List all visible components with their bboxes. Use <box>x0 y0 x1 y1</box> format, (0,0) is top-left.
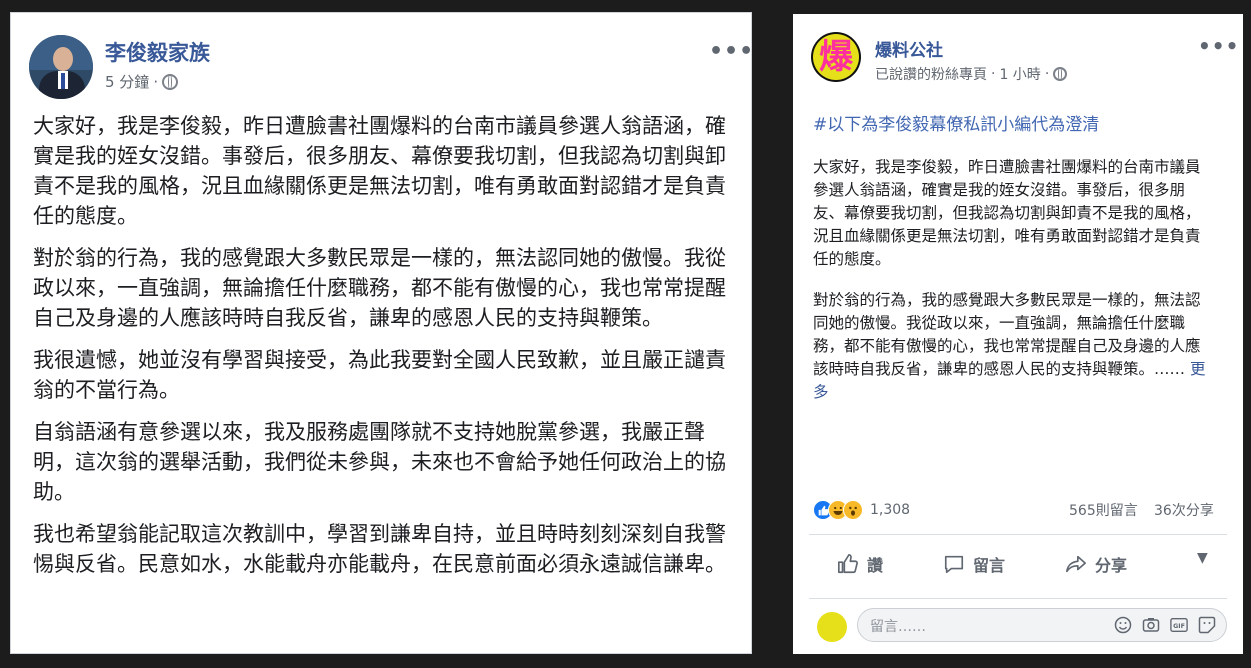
comment-input[interactable]: 留言…… GIF <box>857 608 1227 642</box>
post-meta: 已說讚的粉絲專頁 · 1 小時 · <box>875 64 1068 84</box>
like-button[interactable]: 讚 <box>837 544 883 584</box>
post-paragraph: 對於翁的行為，我的感覺跟大多數民眾是一樣的，無法認同她的傲慢。我從政以來，一直強… <box>33 246 726 330</box>
post-paragraph: 我也希望翁能記取這次教訓中，學習到謙卑自持，並且時時刻刻深刻自我警惕與反省。民意… <box>33 522 726 576</box>
comment-placeholder: 留言…… <box>870 619 926 635</box>
wow-reaction-icon <box>843 500 863 520</box>
liked-page-label: 已說讚的粉絲專頁 <box>875 67 987 83</box>
meta-separator: · <box>991 66 996 82</box>
meta-separator: · <box>1044 66 1050 82</box>
globe-icon <box>1053 67 1068 81</box>
hashtag-link[interactable]: #以下為李俊毅幕僚私訊小編代為澄清 <box>813 110 1099 135</box>
post-paragraph-text: 對於翁的行為，我的感覺跟大多數民眾是一樣的，無法認同她的傲慢。我從政以來，一直強… <box>813 291 1201 378</box>
shares-count-link[interactable]: 36次分享 <box>1154 500 1214 520</box>
left-post-card: 李俊毅家族 5 分鐘 · ••• 大家好，我是李俊毅，昨日遭臉書社團爆料的台南市… <box>10 12 754 654</box>
audience-dropdown-icon[interactable]: ▼ <box>1197 550 1208 566</box>
share-label: 分享 <box>1095 556 1128 575</box>
divider <box>809 598 1227 599</box>
share-icon <box>1065 553 1087 575</box>
divider <box>809 534 1227 535</box>
author-name[interactable]: 李俊毅家族 <box>105 37 210 67</box>
post-paragraph: 對於翁的行為，我的感覺跟大多數民眾是一樣的，無法認同她的傲慢。我從政以來，一直強… <box>813 289 1208 404</box>
post-time[interactable]: 5 分鐘 <box>105 71 149 92</box>
commenter-avatar <box>817 612 847 642</box>
page-name[interactable]: 爆料公社 <box>875 36 943 61</box>
post-meta: 5 分鐘 · <box>105 71 179 92</box>
comment-label: 留言 <box>973 556 1006 575</box>
comment-button[interactable]: 留言 <box>943 544 1005 584</box>
post-paragraph: 大家好，我是李俊毅，昨日遭臉書社團爆料的台南市議員參選人翁語涵，確實是我的姪女沒… <box>33 114 726 228</box>
reaction-count: 1,308 <box>870 502 911 518</box>
right-post-card: 爆 爆料公社 已說讚的粉絲專頁 · 1 小時 · ••• #以下為李俊毅幕僚私訊… <box>793 14 1243 654</box>
svg-text:GIF: GIF <box>1173 623 1185 630</box>
post-paragraph: 大家好，我是李俊毅，昨日遭臉書社團爆料的台南市議員參選人翁語涵，確實是我的姪女沒… <box>813 158 1201 268</box>
comments-count-link[interactable]: 565則留言 <box>1069 500 1138 520</box>
more-options-button[interactable]: ••• <box>709 39 754 64</box>
post-time[interactable]: 1 小時 <box>999 64 1040 84</box>
post-body: 大家好，我是李俊毅，昨日遭臉書社團爆料的台南市議員參選人翁語涵，確實是我的姪女沒… <box>33 111 743 591</box>
emoji-icon[interactable] <box>1114 616 1132 634</box>
post-paragraph: 自翁語涵有意參選以來，我及服務處團隊就不支持她脫黨參選，我嚴正聲明，這次翁的選舉… <box>33 420 726 504</box>
thumbs-up-icon <box>837 553 859 575</box>
more-options-button[interactable]: ••• <box>1198 34 1239 58</box>
page-logo-glyph: 爆 <box>819 37 853 77</box>
camera-icon[interactable] <box>1142 616 1160 634</box>
gif-icon[interactable]: GIF <box>1170 616 1188 634</box>
post-paragraph: 我很遺憾，她並沒有學習與接受，為此我要對全國人民致歉，並且嚴正譴責翁的不當行為。 <box>33 348 726 402</box>
comment-icon <box>943 553 965 575</box>
meta-separator: · <box>153 72 159 91</box>
share-button[interactable]: 分享 <box>1065 544 1127 584</box>
page-avatar[interactable]: 爆 <box>811 32 861 82</box>
like-label: 讚 <box>867 556 884 575</box>
post-body: 大家好，我是李俊毅，昨日遭臉書社團爆料的台南市議員參選人翁語涵，確實是我的姪女沒… <box>813 156 1208 422</box>
sticker-icon[interactable] <box>1198 616 1216 634</box>
author-avatar[interactable] <box>29 35 93 99</box>
globe-icon <box>162 73 179 90</box>
reactions-summary[interactable]: 1,308 <box>813 500 910 520</box>
